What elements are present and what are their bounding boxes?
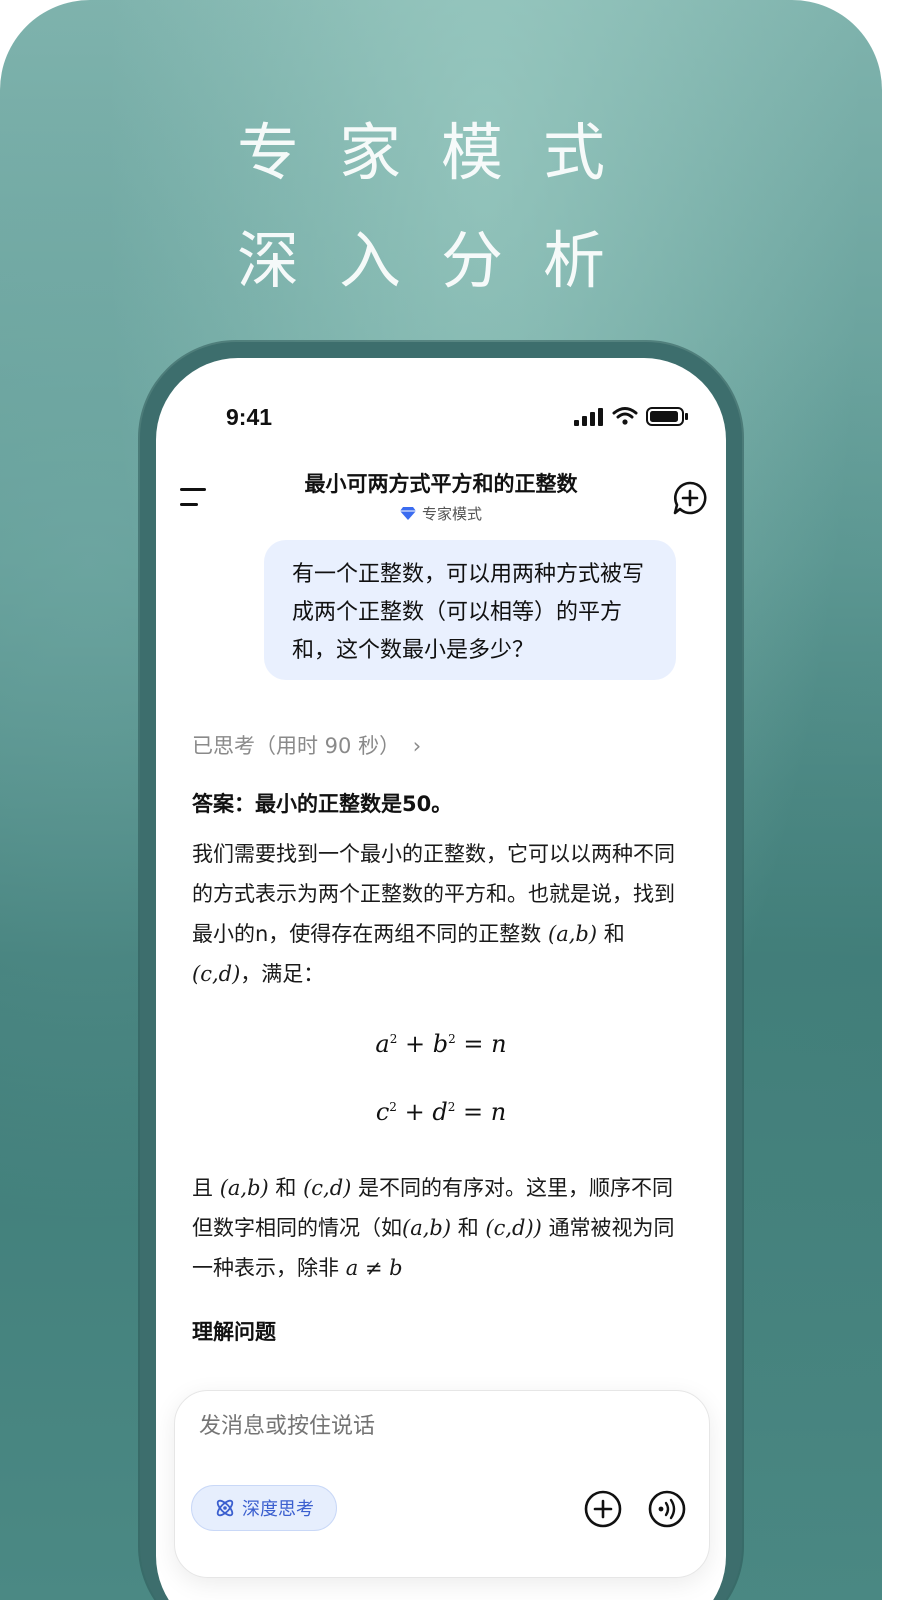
conversation-title: 最小可两方式平方和的正整数 bbox=[304, 472, 578, 496]
deep-think-label: 深度思考 bbox=[242, 1499, 314, 1520]
equation-1: a2 + b2 = n bbox=[375, 1030, 507, 1058]
mode-label: 专家模式 bbox=[421, 505, 482, 523]
para2-part-4: 和 bbox=[457, 1216, 479, 1240]
eq2-d: d bbox=[432, 1098, 448, 1126]
deep-think-button[interactable]: 深度思考 bbox=[191, 1485, 337, 1531]
para2-math-1: (a,b) bbox=[219, 1176, 269, 1200]
para2-part-2: 和 bbox=[275, 1176, 297, 1200]
thinking-label: 已思考（用时 90 秒） bbox=[192, 734, 401, 758]
eq2-rhs: = n bbox=[462, 1098, 507, 1126]
message-input[interactable] bbox=[197, 1413, 681, 1440]
section-heading: 理解问题 bbox=[192, 1320, 276, 1344]
add-attachment-icon[interactable] bbox=[583, 1489, 623, 1529]
phone-screen: 9:41 最小可两方式平方和的正整数 专家模式 有一个正整数，可以用两种方式被写… bbox=[156, 358, 726, 1600]
para2-part-1: 且 bbox=[192, 1176, 213, 1200]
thinking-summary[interactable]: 已思考（用时 90 秒） › bbox=[192, 730, 421, 760]
math-cd: (c,d) bbox=[192, 962, 241, 986]
para2-math-3: (a,b) bbox=[402, 1216, 452, 1240]
status-time: 9:41 bbox=[226, 404, 273, 430]
eq1-rhs: = n bbox=[463, 1030, 507, 1058]
user-message-bubble: 有一个正整数，可以用两种方式被写成两个正整数（可以相等）的平方和，这个数最小是多… bbox=[264, 540, 676, 680]
eq2-c: c bbox=[375, 1098, 390, 1126]
banner-line-2: 深入分析 bbox=[236, 224, 645, 297]
para2-math-5: a ≠ b bbox=[345, 1256, 403, 1280]
status-icons bbox=[574, 406, 704, 426]
para2-math-4: (c,d)) bbox=[485, 1216, 542, 1240]
mode-indicator: 专家模式 bbox=[156, 503, 726, 524]
para2-math-2: (c,d) bbox=[303, 1176, 352, 1200]
signal-icon bbox=[574, 406, 604, 426]
response-paragraph-1: 我们需要找到一个最小的正整数，它可以以两种不同的方式表示为两个正整数的平方和。也… bbox=[192, 834, 692, 994]
para1-join: 和 bbox=[603, 922, 625, 946]
math-ab: (a,b) bbox=[548, 922, 598, 946]
promo-background: 专家模式 深入分析 9:41 最小可两方式平方和的正整数 专家模式 有一个正整数… bbox=[0, 0, 882, 1600]
eq1-b: b bbox=[432, 1030, 449, 1058]
answer-heading: 答案：最小的正整数是50。 bbox=[192, 792, 453, 816]
new-chat-icon[interactable] bbox=[672, 480, 708, 516]
message-composer: 深度思考 bbox=[174, 1390, 710, 1578]
voice-call-icon[interactable] bbox=[647, 1489, 687, 1529]
eq1-a: a bbox=[375, 1030, 390, 1058]
response-paragraph-2: 且 (a,b) 和 (c,d) 是不同的有序对。这里，顺序不同但数字相同的情况（… bbox=[192, 1168, 692, 1288]
atom-icon bbox=[216, 1499, 234, 1517]
wifi-icon bbox=[612, 407, 638, 425]
gem-icon bbox=[399, 507, 416, 520]
phone-frame: 9:41 最小可两方式平方和的正整数 专家模式 有一个正整数，可以用两种方式被写… bbox=[140, 342, 742, 1600]
para1-text: 我们需要找到一个最小的正整数，它可以以两种不同的方式表示为两个正整数的平方和。也… bbox=[192, 842, 675, 946]
chevron-right-icon: › bbox=[412, 734, 422, 758]
banner-line-1: 专家模式 bbox=[236, 116, 645, 189]
para1-tail: ，满足： bbox=[240, 962, 325, 986]
battery-icon bbox=[646, 407, 688, 426]
equation-2: c2 + d2 = n bbox=[375, 1098, 507, 1126]
